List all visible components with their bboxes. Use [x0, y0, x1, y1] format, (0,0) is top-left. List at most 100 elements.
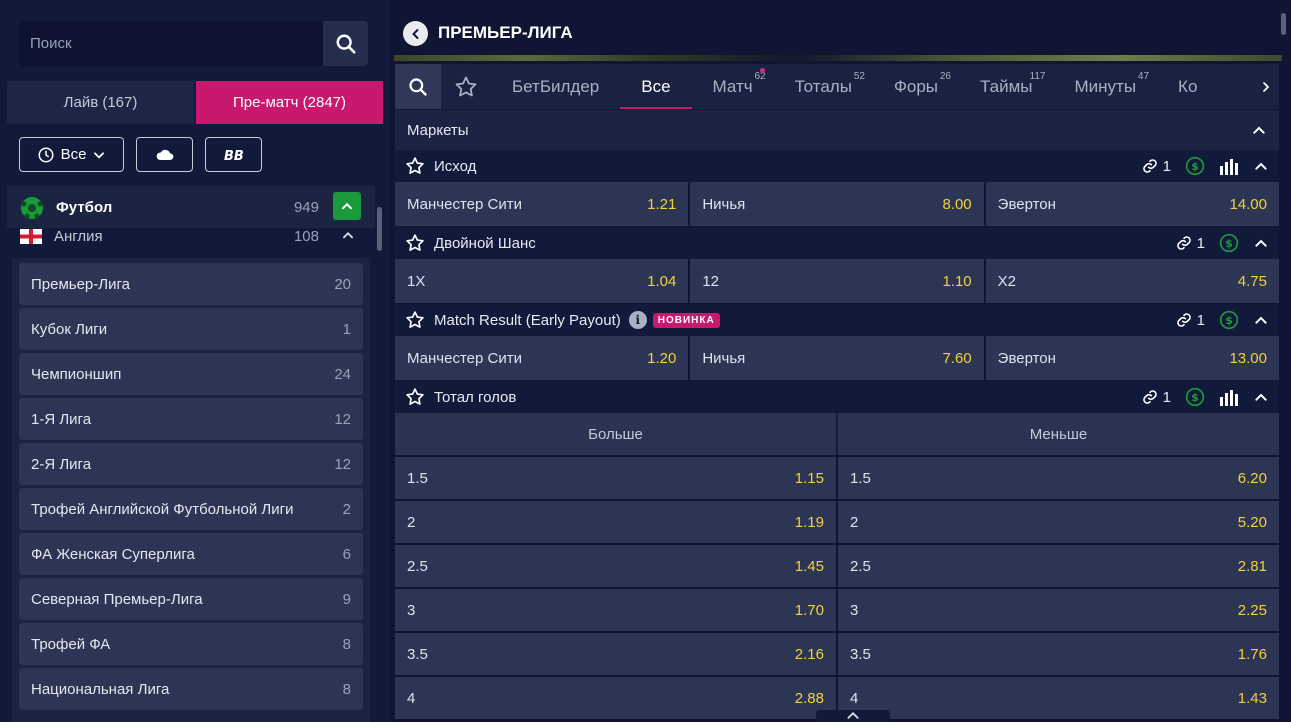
tab-more[interactable]: Ко: [1157, 64, 1218, 109]
league-item[interactable]: ФА Женская Суперлига 6: [19, 533, 363, 575]
outcomes-row: 1X 1.04 12 1.10 X2 4.75: [395, 259, 1279, 303]
chevron-up-icon[interactable]: [1253, 389, 1269, 405]
page-header: ПРЕМЬЕР-ЛИГА: [390, 0, 1291, 62]
league-item[interactable]: Трофей Английской Футбольной Лиги 2: [19, 488, 363, 530]
sidebar: Лайв (167) Пре-матч (2847) Все BB Футбол…: [0, 0, 390, 722]
chevron-up-icon[interactable]: [1253, 158, 1269, 174]
tab-handicaps[interactable]: Форы 26: [873, 64, 959, 109]
league-item[interactable]: Кубок Лиги 1: [19, 308, 363, 350]
odd-button[interactable]: 12 1.10: [690, 259, 984, 303]
odd-button[interactable]: 2.5 2.81: [838, 545, 1279, 587]
tab-match[interactable]: Матч 62: [692, 64, 774, 109]
statistics-icon[interactable]: [1219, 157, 1239, 175]
league-item[interactable]: 1-Я Лига 12: [19, 398, 363, 440]
odd-button[interactable]: 1.5 6.20: [838, 457, 1279, 499]
league-item[interactable]: Национальная Лига 8: [19, 668, 363, 710]
tab-halves[interactable]: Таймы 117: [959, 64, 1053, 109]
link-count[interactable]: 1: [1142, 158, 1171, 175]
league-item[interactable]: Северная Премьер-Лига 9: [19, 578, 363, 620]
tab-label: Тоталы: [794, 76, 852, 96]
odd-button[interactable]: Ничья 8.00: [690, 182, 984, 226]
league-count: 20: [334, 275, 351, 293]
svg-text:$: $: [1225, 314, 1233, 327]
odd-button[interactable]: Манчестер Сити 1.20: [395, 336, 689, 380]
search-button[interactable]: [323, 21, 368, 66]
star-icon[interactable]: [405, 387, 425, 407]
tabs-scroll-right-button[interactable]: [1253, 64, 1279, 109]
outcomes-row: Манчестер Сити 1.21 Ничья 8.00 Эвертон 14.0…: [395, 182, 1279, 226]
odd-button[interactable]: 3 2.25: [838, 589, 1279, 631]
odd-button[interactable]: 3.5 2.16: [395, 633, 836, 675]
odd-button[interactable]: 3 1.70: [395, 589, 836, 631]
odd-value: 14.00: [1229, 195, 1267, 213]
collapse-sport-button[interactable]: [333, 192, 361, 220]
stream-filter-button[interactable]: [136, 137, 193, 172]
page-scrollbar[interactable]: [1281, 13, 1286, 35]
filters: Все BB: [19, 137, 262, 172]
country-row-england[interactable]: Англия 108: [7, 228, 375, 258]
tab-live[interactable]: Лайв (167): [7, 81, 194, 124]
link-count[interactable]: 1: [1142, 389, 1171, 406]
odd-value: 1.04: [647, 272, 677, 290]
market-header[interactable]: Тотал голов 1 $: [395, 381, 1279, 413]
betbuilder-filter-button[interactable]: BB: [205, 137, 262, 172]
sidebar-scrollbar[interactable]: [377, 207, 382, 251]
tab-minutes[interactable]: Минуты 47: [1053, 64, 1157, 109]
tab-label: Все: [641, 76, 671, 96]
odd-button[interactable]: Ничья 7.60: [690, 336, 984, 380]
odd-button[interactable]: 3.5 1.76: [838, 633, 1279, 675]
tab-betbuilder[interactable]: БетБилдер: [491, 64, 620, 109]
odd-button[interactable]: Манчестер Сити 1.21: [395, 182, 689, 226]
search-input[interactable]: [19, 21, 323, 66]
chevron-up-icon[interactable]: [1253, 235, 1269, 251]
odd-button[interactable]: 4 1.43: [838, 677, 1279, 719]
odd-button[interactable]: 2 5.20: [838, 501, 1279, 543]
link-count[interactable]: 1: [1176, 235, 1205, 252]
info-icon[interactable]: i: [628, 311, 647, 329]
odd-button[interactable]: 2 1.19: [395, 501, 836, 543]
link-count-value: 1: [1196, 234, 1205, 252]
odd-button[interactable]: Эвертон 14.00: [985, 182, 1279, 226]
league-item[interactable]: Трофей ФА 8: [19, 623, 363, 665]
cashout-icon[interactable]: $: [1219, 233, 1239, 253]
odd-button[interactable]: X2 4.75: [985, 259, 1279, 303]
markets-header[interactable]: Маркеты: [395, 110, 1279, 150]
league-item[interactable]: Премьер-Лига 20: [19, 263, 363, 305]
sport-row-football[interactable]: Футбол 949: [7, 186, 375, 228]
tab-totals[interactable]: Тоталы 52: [774, 64, 873, 109]
tab-prematch[interactable]: Пре-матч (2847): [196, 81, 383, 124]
star-icon[interactable]: [405, 156, 425, 176]
market-header[interactable]: Двойной Шанс 1 $: [395, 227, 1279, 259]
tab-label: Форы: [893, 76, 938, 96]
chevron-up-icon[interactable]: [1253, 312, 1269, 328]
tab-all[interactable]: Все: [620, 64, 692, 109]
odd-button[interactable]: 1.5 1.15: [395, 457, 836, 499]
star-icon[interactable]: [405, 310, 425, 330]
market-search-button[interactable]: [395, 64, 441, 109]
market-header[interactable]: Исход 1 $: [395, 150, 1279, 182]
odd-value: 8.00: [942, 195, 972, 213]
svg-text:$: $: [1191, 391, 1199, 404]
odd-button[interactable]: 4 2.88: [395, 677, 836, 719]
link-count[interactable]: 1: [1176, 312, 1205, 329]
new-dot: [759, 68, 765, 73]
odd-button[interactable]: 2.5 1.45: [395, 545, 836, 587]
league-item[interactable]: Чемпионшип 24: [19, 353, 363, 395]
cashout-icon[interactable]: $: [1219, 310, 1239, 330]
market-header[interactable]: Match Result (Early Payout) i НОВИНКА 1 …: [395, 304, 1279, 336]
cashout-icon[interactable]: $: [1185, 387, 1205, 407]
statistics-icon[interactable]: [1219, 388, 1239, 406]
totals-row: 1.5 1.15 1.5 6.20: [395, 457, 1279, 499]
league-item[interactable]: 2-Я Лига 12: [19, 443, 363, 485]
time-filter-dropdown[interactable]: Все: [19, 137, 124, 172]
cashout-icon[interactable]: $: [1185, 156, 1205, 176]
back-button[interactable]: [403, 21, 428, 46]
league-name: 2-Я Лига: [31, 455, 92, 473]
league-count: 8: [342, 680, 351, 698]
betslip-handle[interactable]: [816, 710, 890, 722]
favorites-tab[interactable]: [441, 75, 491, 99]
odd-button[interactable]: 1X 1.04: [395, 259, 689, 303]
star-icon[interactable]: [405, 233, 425, 253]
odd-button[interactable]: Эвертон 13.00: [985, 336, 1279, 380]
market-tabs: БетБилдер Все Матч 62 Тоталы 52 Форы 26 Тай…: [395, 64, 1279, 109]
